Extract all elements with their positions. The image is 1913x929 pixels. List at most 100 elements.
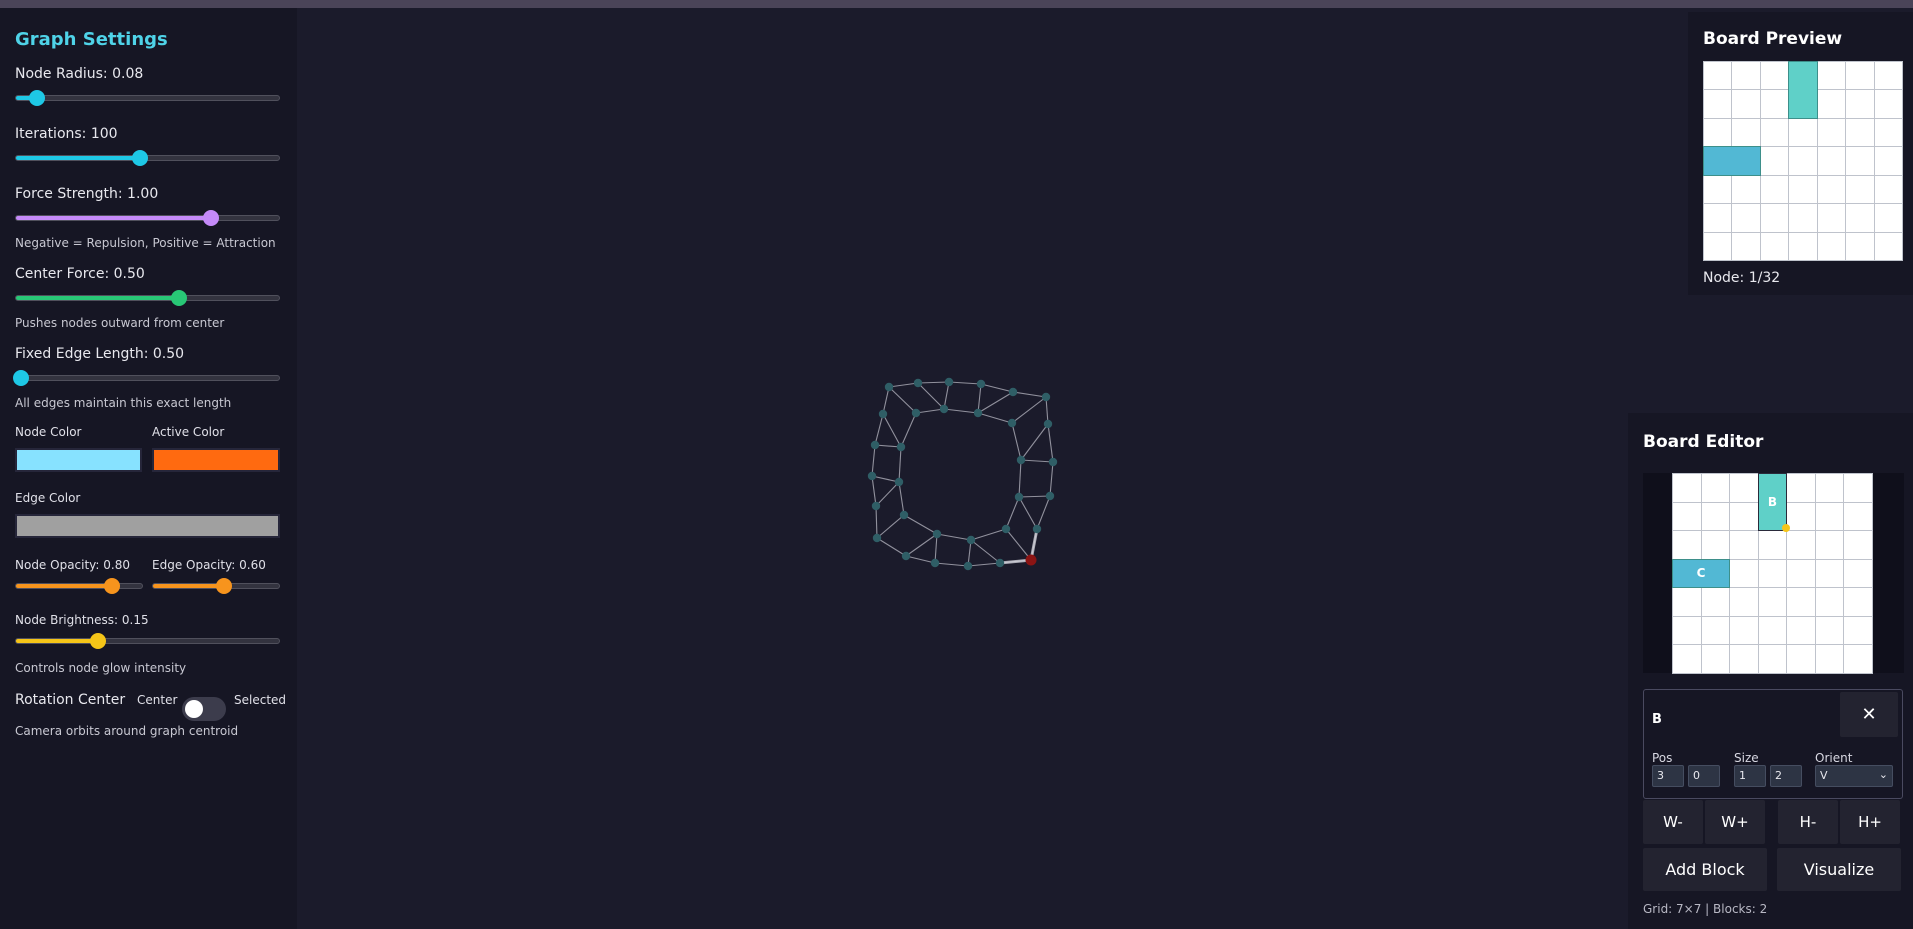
edge-color-swatch[interactable] xyxy=(15,514,280,538)
board-cell[interactable] xyxy=(1814,558,1845,589)
board-cell[interactable] xyxy=(1843,587,1873,617)
board-cell[interactable] xyxy=(1814,644,1845,674)
board-cell[interactable] xyxy=(1814,530,1845,560)
slider-thumb[interactable] xyxy=(202,210,219,226)
graph-node[interactable] xyxy=(963,561,973,571)
slider-thumb[interactable] xyxy=(131,150,148,166)
board-cell[interactable] xyxy=(1729,587,1759,617)
graph-node[interactable] xyxy=(1008,387,1018,397)
graph-node[interactable] xyxy=(870,440,880,450)
board-cell[interactable] xyxy=(1843,501,1873,532)
node-radius-slider[interactable] xyxy=(15,90,280,106)
slider-thumb[interactable] xyxy=(215,578,232,594)
graph-node[interactable] xyxy=(932,529,942,539)
board-cell[interactable] xyxy=(1700,501,1731,532)
board-cell[interactable] xyxy=(1672,644,1702,674)
board-cell[interactable] xyxy=(1786,558,1816,589)
board-cell[interactable] xyxy=(1757,644,1788,674)
board-cell[interactable] xyxy=(1786,530,1816,560)
graph-node[interactable] xyxy=(1014,492,1024,502)
board-cell[interactable] xyxy=(1814,501,1845,532)
graph-node[interactable] xyxy=(884,382,894,392)
graph-node[interactable] xyxy=(930,558,940,568)
board-cell[interactable] xyxy=(1700,644,1731,674)
graph-node[interactable] xyxy=(995,558,1005,568)
slider-thumb[interactable] xyxy=(89,633,106,649)
board-cell[interactable] xyxy=(1786,473,1816,503)
board-cell[interactable] xyxy=(1729,501,1759,532)
board-cell[interactable] xyxy=(1672,473,1702,503)
size-w-input[interactable]: 1 xyxy=(1734,765,1766,787)
graph-node[interactable] xyxy=(872,533,882,543)
slider-thumb[interactable] xyxy=(13,370,30,386)
node-color-swatch[interactable] xyxy=(15,448,142,472)
board-cell[interactable] xyxy=(1757,615,1788,646)
board-cell[interactable] xyxy=(1729,558,1759,589)
slider-thumb[interactable] xyxy=(29,90,46,106)
graph-node[interactable] xyxy=(973,408,983,418)
slider-thumb[interactable] xyxy=(171,290,188,306)
selected-graph-node[interactable] xyxy=(1025,554,1037,566)
height-increase-button[interactable]: H+ xyxy=(1840,800,1900,844)
board-cell[interactable] xyxy=(1672,530,1702,560)
board-cell[interactable] xyxy=(1843,530,1873,560)
graph-node[interactable] xyxy=(1016,455,1026,465)
board-cell[interactable] xyxy=(1843,644,1873,674)
width-decrease-button[interactable]: W- xyxy=(1643,800,1703,844)
graph-node[interactable] xyxy=(1032,524,1042,534)
graph-node[interactable] xyxy=(867,471,877,481)
board-cell[interactable] xyxy=(1843,615,1873,646)
graph-node[interactable] xyxy=(1007,418,1017,428)
board-cell[interactable] xyxy=(1672,501,1702,532)
graph-node[interactable] xyxy=(896,442,906,452)
pos-y-input[interactable]: 0 xyxy=(1688,765,1720,787)
graph-node[interactable] xyxy=(899,510,909,520)
pos-x-input[interactable]: 3 xyxy=(1652,765,1684,787)
slider-thumb[interactable] xyxy=(103,578,120,594)
graph-node[interactable] xyxy=(966,535,976,545)
board-editor-grid[interactable]: BC xyxy=(1672,473,1873,674)
board-cell[interactable] xyxy=(1700,530,1731,560)
graph-node[interactable] xyxy=(976,379,986,389)
board-cell[interactable] xyxy=(1814,587,1845,617)
graph-node[interactable] xyxy=(913,378,923,388)
node-brightness-slider[interactable] xyxy=(15,633,280,649)
graph-node[interactable] xyxy=(1043,419,1053,429)
board-cell[interactable] xyxy=(1729,530,1759,560)
rotation-center-toggle[interactable] xyxy=(182,697,226,721)
graph-node[interactable] xyxy=(1048,457,1058,467)
board-cell[interactable] xyxy=(1786,501,1816,532)
graph-node[interactable] xyxy=(878,409,888,419)
graph-node[interactable] xyxy=(894,477,904,487)
board-cell[interactable] xyxy=(1672,587,1702,617)
graph-node[interactable] xyxy=(1041,392,1051,402)
board-cell[interactable] xyxy=(1729,473,1759,503)
board-cell[interactable] xyxy=(1757,558,1788,589)
board-cell[interactable] xyxy=(1672,615,1702,646)
force-strength-slider[interactable] xyxy=(15,210,280,226)
board-cell[interactable] xyxy=(1700,615,1731,646)
graph-node[interactable] xyxy=(871,501,881,511)
board-block-b[interactable]: B xyxy=(1757,473,1788,532)
graph-node[interactable] xyxy=(1001,524,1011,534)
board-cell[interactable] xyxy=(1843,473,1873,503)
board-cell[interactable] xyxy=(1729,615,1759,646)
board-cell[interactable] xyxy=(1814,473,1845,503)
board-cell[interactable] xyxy=(1700,473,1731,503)
board-cell[interactable] xyxy=(1786,587,1816,617)
add-block-button[interactable]: Add Block xyxy=(1643,848,1767,891)
graph-node[interactable] xyxy=(1045,491,1055,501)
fixed-edge-length-slider[interactable] xyxy=(13,370,280,386)
board-cell[interactable] xyxy=(1814,615,1845,646)
close-button[interactable]: ✕ xyxy=(1840,692,1898,737)
graph-node[interactable] xyxy=(944,377,954,387)
edge-opacity-slider[interactable] xyxy=(152,578,280,594)
graph-node[interactable] xyxy=(901,551,911,561)
active-color-swatch[interactable] xyxy=(152,448,280,472)
board-cell[interactable] xyxy=(1786,644,1816,674)
board-cell[interactable] xyxy=(1729,644,1759,674)
node-opacity-slider[interactable] xyxy=(15,578,143,594)
center-force-slider[interactable] xyxy=(15,290,280,306)
board-block-c[interactable]: C xyxy=(1672,558,1731,589)
width-increase-button[interactable]: W+ xyxy=(1705,800,1765,844)
